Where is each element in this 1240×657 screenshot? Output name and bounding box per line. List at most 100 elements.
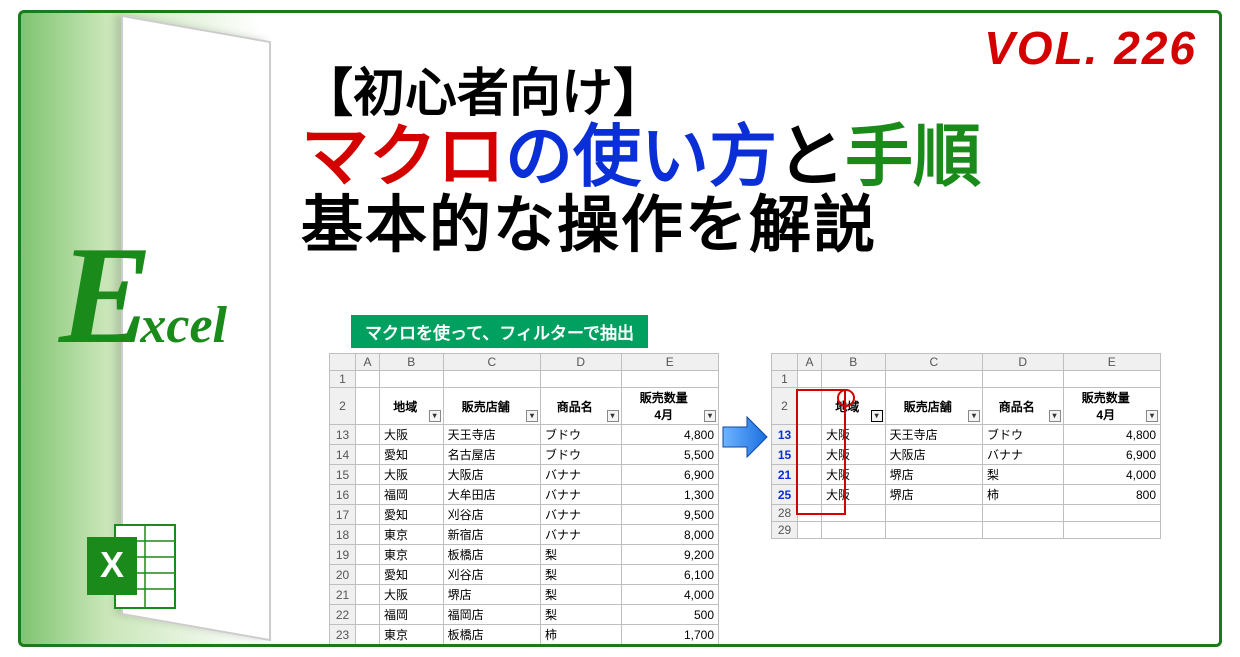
cell-product[interactable]: バナナ [541,465,622,485]
cell-region[interactable]: 大阪 [380,425,444,445]
cell-qty[interactable]: 9,500 [621,505,718,525]
cell-product[interactable]: ブドウ [541,445,622,465]
cell-store[interactable]: 天王寺店 [885,425,982,445]
headline-line2: マクロの使い方と手順 [301,122,1189,193]
cell-region[interactable]: 大阪 [380,585,444,605]
cell-store[interactable]: 福岡店 [443,605,540,625]
cell-qty[interactable]: 800 [1063,485,1160,505]
green-caption: マクロを使って、フィルターで抽出 [351,315,648,348]
hdr-product[interactable]: 商品名▾ [983,388,1064,425]
cell-qty[interactable]: 6,900 [621,465,718,485]
hdr-qty[interactable]: 販売数量4月▾ [621,388,718,425]
filter-dropdown-icon[interactable]: ▾ [1049,410,1061,422]
cell-product[interactable]: 梨 [541,585,622,605]
filter-dropdown-icon[interactable]: ▾ [704,410,716,422]
table-row: 15大阪大阪店バナナ6,900 [772,445,1161,465]
cell-empty [356,505,380,525]
cell-store[interactable]: 刈谷店 [443,565,540,585]
cell-store[interactable]: 板橋店 [443,625,540,645]
col-c: C [443,354,540,371]
cell-region[interactable]: 愛知 [380,445,444,465]
cell-region[interactable]: 愛知 [380,645,444,648]
cell-qty[interactable]: 4,800 [621,425,718,445]
cell-region[interactable]: 福岡 [380,485,444,505]
cell-qty[interactable]: 1,700 [621,625,718,645]
cell-region[interactable]: 福岡 [380,605,444,625]
cell-empty [798,465,822,485]
cell-store[interactable]: 天王寺店 [443,425,540,445]
header-row: 2 地域▾ 販売店舗▾ 商品名▾ 販売数量4月▾ [330,388,719,425]
cell-qty[interactable]: 4,000 [1063,465,1160,485]
cell-region[interactable]: 大阪 [822,465,886,485]
cell-qty[interactable]: 9,200 [621,545,718,565]
cell-region[interactable]: 大阪 [380,465,444,485]
cell-product[interactable]: 柿 [983,485,1064,505]
hdr-qty[interactable]: 販売数量4月▾ [1063,388,1160,425]
hdr-region[interactable]: 地域▾ [822,388,886,425]
filter-dropdown-active-icon[interactable]: ▾ [871,410,883,422]
cell-qty[interactable]: 4,800 [1063,425,1160,445]
cell-qty[interactable]: 5,500 [621,445,718,465]
cell-qty[interactable]: 500 [621,605,718,625]
cell-region[interactable]: 東京 [380,625,444,645]
filter-dropdown-icon[interactable]: ▾ [607,410,619,422]
spreadsheet-after: A B C D E 1 2 地域▾ 販売店舗▾ 商品名▾ 販売数量4月▾ 13大… [771,353,1161,539]
cell-region[interactable]: 愛知 [380,505,444,525]
cell-store[interactable]: 刈谷店 [443,505,540,525]
cell-product[interactable]: バナナ [541,525,622,545]
hdr-region[interactable]: 地域▾ [380,388,444,425]
cell-store[interactable]: 堺店 [443,585,540,605]
cell-store[interactable]: 板橋店 [443,545,540,565]
cell-product[interactable]: 柿 [541,625,622,645]
cell-store[interactable]: 堺店 [885,465,982,485]
hdr-store[interactable]: 販売店舗▾ [885,388,982,425]
cell-product[interactable]: 柿 [541,645,622,648]
cell-product[interactable]: ブドウ [541,425,622,445]
cell-store[interactable]: 大牟田店 [443,485,540,505]
filter-dropdown-icon[interactable]: ▾ [968,410,980,422]
cell-qty[interactable]: 8,000 [621,525,718,545]
cell-region[interactable]: 大阪 [822,425,886,445]
row-number: 13 [772,425,798,445]
filter-dropdown-icon[interactable]: ▾ [429,410,441,422]
cell-qty[interactable]: 9,800 [621,645,718,648]
table-row: 19東京板橋店梨9,200 [330,545,719,565]
col-a: A [798,354,822,371]
cell-product[interactable]: バナナ [983,445,1064,465]
cell-product[interactable]: 梨 [541,605,622,625]
svg-text:X: X [100,544,124,585]
cell-qty[interactable]: 1,300 [621,485,718,505]
cell-product[interactable]: 梨 [541,565,622,585]
cell-qty[interactable]: 6,100 [621,565,718,585]
cell-store[interactable]: 新宿店 [443,525,540,545]
row-number: 16 [330,485,356,505]
filter-dropdown-icon[interactable]: ▾ [1146,410,1158,422]
cell-store[interactable]: 大阪店 [443,465,540,485]
cell-region[interactable]: 東京 [380,545,444,565]
cell-region[interactable]: 大阪 [822,485,886,505]
table-row: 21大阪堺店梨4,000 [772,465,1161,485]
row-number: 17 [330,505,356,525]
cell-product[interactable]: 梨 [983,465,1064,485]
cell-store[interactable]: 刈谷店 [443,645,540,648]
cell-product[interactable]: バナナ [541,485,622,505]
hdr-product[interactable]: 商品名▾ [541,388,622,425]
cell-qty[interactable]: 4,000 [621,585,718,605]
cell-product[interactable]: バナナ [541,505,622,525]
cell-empty [356,445,380,465]
cell-store[interactable]: 堺店 [885,485,982,505]
cell-store[interactable]: 大阪店 [885,445,982,465]
cell-empty [356,545,380,565]
col-d: D [541,354,622,371]
cell-empty [798,485,822,505]
cell-empty [356,625,380,645]
filter-dropdown-icon[interactable]: ▾ [526,410,538,422]
cell-product[interactable]: ブドウ [983,425,1064,445]
cell-region[interactable]: 大阪 [822,445,886,465]
cell-region[interactable]: 愛知 [380,565,444,585]
hdr-store[interactable]: 販売店舗▾ [443,388,540,425]
cell-qty[interactable]: 6,900 [1063,445,1160,465]
cell-store[interactable]: 名古屋店 [443,445,540,465]
cell-product[interactable]: 梨 [541,545,622,565]
cell-region[interactable]: 東京 [380,525,444,545]
